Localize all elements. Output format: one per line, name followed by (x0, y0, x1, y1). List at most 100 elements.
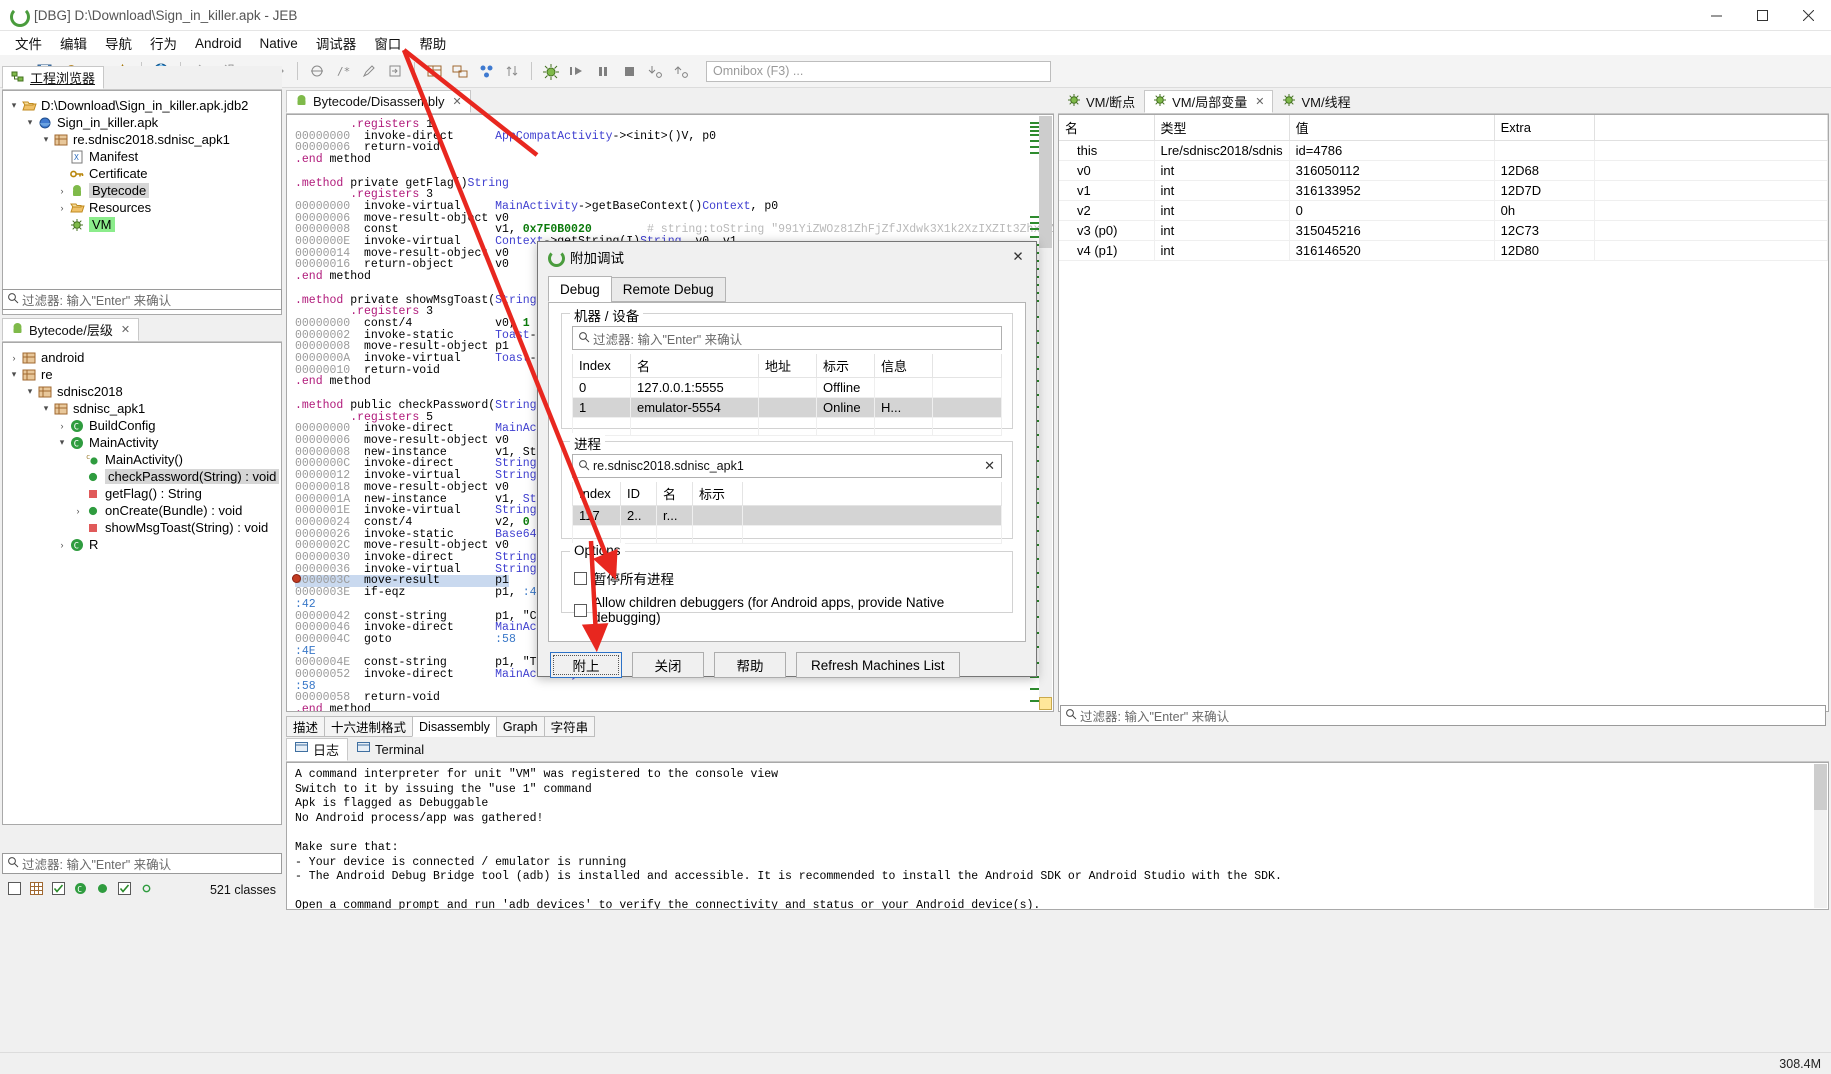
close-icon[interactable]: ✕ (1255, 95, 1264, 108)
tree-item[interactable]: › onCreate(Bundle) : void (3, 502, 281, 519)
machines-filter-input[interactable]: 过滤器: 输入"Enter" 来确认 (572, 326, 1002, 350)
column-header[interactable] (933, 354, 1002, 378)
project-filter-input[interactable]: 过滤器: 输入"Enter" 来确认 (2, 289, 282, 310)
tab-bytecode-disassembly[interactable]: Bytecode/Disassembly ✕ (286, 90, 471, 113)
class-green-icon[interactable]: C (74, 882, 87, 898)
tree-item[interactable]: ▾ Sign_in_killer.apk (3, 114, 281, 131)
close-icon[interactable]: ✕ (453, 95, 462, 108)
close-button[interactable] (1785, 0, 1831, 31)
menu-action[interactable]: 行为 (141, 31, 186, 55)
hierarchy-filter-input[interactable]: 过滤器: 输入"Enter" 来确认 (2, 853, 282, 874)
table-row[interactable]: 0 127.0.0.1:5555 Offline (573, 378, 1002, 398)
tree-item[interactable]: › C R (3, 536, 281, 553)
twisty-icon[interactable]: › (55, 540, 69, 550)
twisty-icon[interactable]: › (55, 203, 69, 213)
step-into-debug-icon[interactable] (644, 59, 666, 83)
bytecode-view-tab[interactable]: 字符串 (544, 716, 596, 737)
bytecode-view-tabs[interactable]: 描述十六进制格式DisassemblyGraph字符串 (286, 715, 1054, 737)
menu-android[interactable]: Android (186, 34, 251, 53)
menu-window[interactable]: 窗口 (365, 31, 410, 55)
column-header[interactable]: 地址 (759, 354, 817, 378)
tree-item[interactable]: Certificate (3, 165, 281, 182)
dialog-button[interactable]: 附上 (550, 652, 622, 678)
tree-item[interactable]: › C BuildConfig (3, 417, 281, 434)
field-dot-icon[interactable] (140, 882, 153, 898)
menu-file[interactable]: 文件 (6, 31, 51, 55)
checkbox[interactable] (574, 604, 587, 617)
process-table[interactable]: IndexID名标示 117 2.. r... (572, 482, 1002, 544)
column-header[interactable]: 值 (1289, 115, 1494, 141)
table-row-empty[interactable] (573, 526, 1002, 544)
vm-locals-table-container[interactable]: 名类型值Extra this Lre/sdnisc2018/sdnis id=4… (1058, 114, 1829, 712)
method-dot-icon[interactable] (96, 882, 109, 898)
step-out-debug-icon[interactable] (670, 59, 692, 83)
process-filter-input[interactable]: re.sdnisc2018.sdnisc_apk1 ✕ (572, 454, 1002, 478)
twisty-icon[interactable]: ▾ (23, 386, 37, 397)
minimize-button[interactable] (1693, 0, 1739, 31)
twisty-icon[interactable]: › (55, 186, 69, 196)
table-view-icon[interactable] (423, 59, 445, 83)
log-scrollbar[interactable] (1814, 764, 1827, 908)
tree-item[interactable]: ▾ sdnisc_apk1 (3, 400, 281, 417)
column-header[interactable]: 名 (657, 482, 693, 506)
twisty-icon[interactable]: › (55, 421, 69, 431)
vm-tab[interactable]: VM/局部变量 ✕ (1144, 90, 1273, 113)
attach-debugger-icon[interactable] (540, 59, 562, 83)
xrefs-icon[interactable] (475, 59, 497, 83)
column-header[interactable]: Index (573, 354, 631, 378)
option-row[interactable]: Allow children debuggers (for Android ap… (574, 595, 1002, 625)
tree-item[interactable]: c MainActivity() (3, 451, 281, 468)
tab-project-explorer[interactable]: 工程浏览器 (2, 66, 104, 89)
table-row[interactable]: v0 int 316050112 12D68 (1059, 161, 1828, 181)
log-tab-row[interactable]: 日志 Terminal (286, 738, 1829, 762)
tree-item[interactable]: X Manifest (3, 148, 281, 165)
log-tab[interactable]: Terminal (348, 738, 433, 761)
twisty-icon[interactable]: ▾ (39, 134, 53, 145)
table-row[interactable]: v4 (p1) int 316146520 12D80 (1059, 241, 1828, 261)
column-header[interactable]: 标示 (693, 482, 743, 506)
sort-icon[interactable] (501, 59, 523, 83)
log-tab[interactable]: 日志 (286, 738, 348, 761)
maximize-button[interactable] (1739, 0, 1785, 31)
option-row[interactable]: 暂停所有进程 (574, 568, 1002, 588)
tree-item[interactable]: ▾ C MainActivity (3, 434, 281, 451)
omnibox-input[interactable]: Omnibox (F3) ... (706, 61, 1051, 82)
menu-debugger[interactable]: 调试器 (307, 31, 366, 55)
table-row[interactable]: v2 int 0 0h (1059, 201, 1828, 221)
tree-item[interactable]: ▾ re.sdnisc2018.sdnisc_apk1 (3, 131, 281, 148)
table-row-empty[interactable] (573, 418, 1002, 436)
clear-icon[interactable]: ✕ (984, 458, 995, 474)
pause-icon[interactable] (592, 59, 614, 83)
twisty-icon[interactable]: › (71, 506, 85, 516)
tree-item[interactable]: ▾ D:\Download\Sign_in_killer.apk.jdb2 (3, 97, 281, 114)
dialog-button-row[interactable]: 附上关闭帮助Refresh Machines List (550, 652, 1024, 678)
hierarchy-tree[interactable]: › android ▾ re ▾ sdnisc2018 ▾ sdnisc_apk… (3, 343, 281, 553)
column-header[interactable]: Extra (1494, 115, 1594, 141)
tree-item[interactable]: checkPassword(String) : void (3, 468, 281, 485)
bytecode-scrollbar[interactable] (1039, 116, 1052, 710)
table-row[interactable]: 117 2.. r... (573, 506, 1002, 526)
tree-item[interactable]: › android (3, 349, 281, 366)
column-header[interactable]: 名 (631, 354, 759, 378)
twisty-icon[interactable]: ▾ (7, 100, 21, 111)
vm-tab[interactable]: VM/断点 (1058, 90, 1144, 113)
column-header[interactable]: ID (621, 482, 657, 506)
dialog-button[interactable]: 帮助 (714, 652, 786, 678)
tree-item[interactable]: › Bytecode (3, 182, 281, 199)
tree-item[interactable]: getFlag() : String (3, 485, 281, 502)
close-icon[interactable]: ✕ (121, 323, 130, 336)
dialog-tab-row[interactable]: DebugRemote Debug (548, 276, 1026, 302)
table-row[interactable]: 1 emulator-5554 Online H... (573, 398, 1002, 418)
export-icon[interactable] (384, 59, 406, 83)
bytecode-view-tab[interactable]: 十六进制格式 (324, 716, 413, 737)
tree-item[interactable]: ▾ re (3, 366, 281, 383)
grid-icon[interactable] (30, 882, 43, 898)
column-header[interactable] (1594, 115, 1827, 141)
decompile-icon[interactable] (306, 59, 328, 83)
class-hierarchy-icon[interactable] (449, 59, 471, 83)
vm-filter-input[interactable]: 过滤器: 输入"Enter" 来确认 (1060, 705, 1826, 726)
tree-item[interactable]: VM (3, 216, 281, 233)
dialog-button[interactable]: 关闭 (632, 652, 704, 678)
vm-tab-row[interactable]: VM/断点 VM/局部变量 ✕ VM/线程 (1058, 90, 1829, 114)
tab-bytecode-hierarchy[interactable]: Bytecode/层级 ✕ (2, 318, 139, 341)
